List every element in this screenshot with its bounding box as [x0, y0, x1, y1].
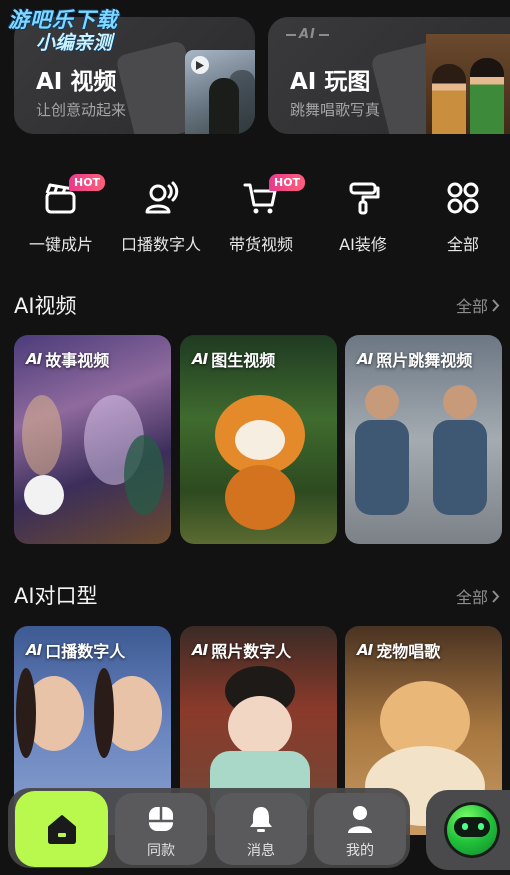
hot-badge: HOT — [69, 174, 106, 191]
ai-assistant-button[interactable] — [426, 790, 510, 870]
nav-label: 同款 — [147, 843, 175, 859]
card-title: 口播数字人 — [45, 642, 126, 661]
card-label: AI 图生视频 — [192, 347, 275, 371]
feature-title: AI 玩图 — [290, 69, 371, 95]
section-title: AI视频 — [14, 294, 77, 318]
ai-mark: AI — [357, 641, 373, 659]
quick-action-label: 口播数字人 — [120, 235, 201, 254]
section-more-link[interactable]: 全部 — [456, 293, 500, 317]
nav-label: 消息 — [247, 843, 275, 859]
ai-mark: AI — [26, 641, 42, 659]
card-label: AI 故事视频 — [26, 347, 109, 371]
feature-subtitle: 跳舞唱歌写真 — [290, 101, 381, 119]
card-title: 图生视频 — [211, 351, 276, 370]
card-story-video[interactable]: AI 故事视频 — [14, 335, 171, 544]
card-image-to-video[interactable]: AI 图生视频 — [180, 335, 337, 544]
chevron-right-icon — [492, 589, 500, 603]
quick-action-all[interactable]: 全部 — [413, 176, 510, 256]
ai-mark: AI — [192, 641, 208, 659]
feature-title: AI 视频 — [36, 69, 117, 95]
quick-action-label: 一键成片 — [28, 235, 93, 254]
paint-roller-icon — [349, 182, 380, 215]
quick-action-product-video[interactable]: HOT 带货视频 — [211, 174, 311, 256]
quick-action-label: 全部 — [446, 235, 479, 254]
quick-action-one-click[interactable]: HOT 一键成片 — [11, 174, 111, 256]
ai-mark: AI — [192, 350, 208, 368]
watermark-line1: 游吧乐下载 — [8, 8, 118, 32]
profile-icon — [348, 806, 372, 833]
ai-tag: AI — [286, 27, 329, 42]
home-icon — [47, 815, 76, 844]
grid-dots-icon — [447, 182, 479, 214]
play-icon — [191, 56, 209, 74]
same-style-icon — [149, 807, 173, 831]
quick-action-ai-decor[interactable]: AI装修 — [313, 176, 413, 256]
nav-label: 我的 — [346, 843, 374, 859]
card-label: AI 照片跳舞视频 — [357, 347, 472, 371]
quick-actions: HOT 一键成片 口播数字人 HOT 带货视频 AI装修 全部 — [0, 174, 510, 256]
nav-messages[interactable]: 消息 — [215, 793, 307, 865]
quick-action-label: 带货视频 — [228, 235, 293, 254]
more-label: 全部 — [455, 297, 488, 316]
section-more-link[interactable]: 全部 — [456, 584, 500, 608]
card-photo-dance-video[interactable]: AI 照片跳舞视频 — [345, 335, 502, 544]
watermark-line2: 小编亲测 — [36, 32, 113, 54]
feature-thumbnail — [185, 50, 255, 134]
watermark: 游吧乐下载 小编亲测 — [8, 10, 118, 53]
card-label: AI 宠物唱歌 — [357, 638, 440, 662]
bell-icon — [250, 807, 272, 832]
ai-mark: AI — [357, 350, 373, 368]
card-title: 宠物唱歌 — [376, 642, 441, 661]
chevron-right-icon — [492, 298, 500, 312]
feature-subtitle: 让创意动起来 — [36, 101, 127, 119]
speaking-person-icon — [145, 181, 179, 214]
section-title: AI对口型 — [14, 584, 98, 608]
nav-home-button[interactable] — [15, 791, 108, 867]
quick-action-digital-human[interactable]: 口播数字人 — [111, 176, 211, 256]
card-label: AI 口播数字人 — [26, 638, 125, 662]
more-label: 全部 — [455, 588, 488, 607]
nav-same-style[interactable]: 同款 — [115, 793, 207, 865]
ai-mark: AI — [26, 350, 42, 368]
card-title: 故事视频 — [45, 351, 110, 370]
hot-badge: HOT — [269, 174, 306, 191]
quick-action-label: AI装修 — [339, 235, 387, 254]
feature-thumbnail — [426, 34, 510, 134]
card-title: 照片数字人 — [211, 642, 292, 661]
feature-card-ai-image[interactable]: AI AI 玩图 跳舞唱歌写真 — [268, 17, 510, 134]
nav-profile[interactable]: 我的 — [314, 793, 406, 865]
card-title: 照片跳舞视频 — [376, 351, 473, 370]
card-label: AI 照片数字人 — [192, 638, 291, 662]
